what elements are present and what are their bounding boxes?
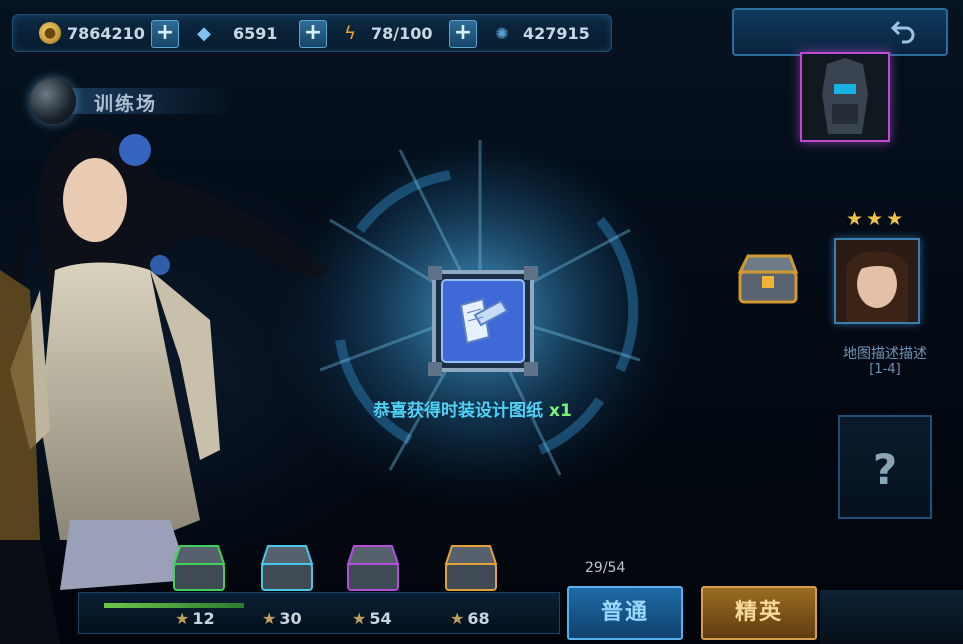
area-title: 训练场 <box>94 93 158 115</box>
lightning-icon: ϟ <box>344 22 356 44</box>
diamond-value: 6591 <box>233 23 278 43</box>
gold-reward-chest-icon[interactable] <box>440 540 502 596</box>
resource-bar: ● 7864210 + ◆ 6591 + ϟ 78/100 + ✺ 427915 <box>12 14 612 52</box>
area-header: 训练场 <box>22 74 232 126</box>
diamond-icon: ◆ <box>197 22 211 44</box>
purple-reward-chest-icon[interactable] <box>342 540 404 596</box>
map-description: 地图描述描述 <box>843 346 927 362</box>
locked-stage-slot[interactable]: ? <box>838 415 932 519</box>
power-resource: ✺ 427915 <box>491 15 590 51</box>
power-value: 427915 <box>523 23 590 43</box>
gold-resource: ● 7864210 <box>39 15 145 51</box>
gold-coin-icon: ● <box>39 22 61 44</box>
star-progress-text: 29/54 <box>585 560 626 576</box>
add-gold-button[interactable]: + <box>151 20 179 48</box>
planet-icon <box>30 78 76 124</box>
reward-message: 恭喜获得时装设计图纸 x1 <box>373 396 572 421</box>
star-icon: ★ <box>450 609 465 628</box>
back-button[interactable] <box>732 8 948 56</box>
map-stage-number: [1-4] <box>869 362 901 377</box>
elite-mode-button[interactable]: 精英 <box>701 586 817 640</box>
star-icon: ★ <box>886 208 904 230</box>
level-stars: ★ ★ ★ <box>846 208 903 230</box>
star-icon: ★ <box>262 609 277 628</box>
add-energy-button[interactable]: + <box>449 20 477 48</box>
boss-portrait[interactable] <box>800 52 890 142</box>
star-icon: ★ <box>175 609 190 628</box>
chest-star-count: 68 <box>467 609 490 628</box>
star-icon: ★ <box>866 208 884 230</box>
star-progress-fill <box>104 603 244 608</box>
chest-star-count: 30 <box>279 609 302 628</box>
reward-quantity: x1 <box>549 401 572 421</box>
question-mark-icon: ? <box>872 445 898 494</box>
normal-mode-button[interactable]: 普通 <box>567 586 683 640</box>
chest-star-count: 12 <box>192 609 215 628</box>
stage-portrait[interactable] <box>834 238 920 324</box>
star-icon: ★ <box>352 609 367 628</box>
corner-decoration <box>820 590 963 644</box>
reward-item-frame <box>428 266 538 376</box>
heroine-portrait-icon <box>836 240 918 322</box>
green-reward-chest-icon[interactable] <box>168 540 230 596</box>
design-blueprint-icon <box>459 297 509 345</box>
star-icon: ★ <box>846 208 864 230</box>
diamond-resource: ◆ 6591 <box>193 15 278 51</box>
energy-value: 78/100 <box>371 23 433 43</box>
back-arrow-icon <box>890 20 915 44</box>
chest-star-requirement: ★ 30 <box>262 609 302 628</box>
reward-text: 恭喜获得时装设计图纸 <box>373 401 543 421</box>
chest-star-requirement: ★ 68 <box>450 609 490 628</box>
gold-value: 7864210 <box>67 23 145 43</box>
energy-resource: ϟ 78/100 <box>339 15 433 51</box>
chest-star-count: 54 <box>369 609 392 628</box>
cyan-reward-chest-icon[interactable] <box>256 540 318 596</box>
crystal-icon: ✺ <box>495 23 509 43</box>
add-diamond-button[interactable]: + <box>299 20 327 48</box>
robot-boss-icon <box>802 54 888 140</box>
stage-treasure-chest-icon[interactable] <box>734 250 804 308</box>
chest-star-requirement: ★ 12 <box>175 609 215 628</box>
chest-star-requirement: ★ 54 <box>352 609 392 628</box>
